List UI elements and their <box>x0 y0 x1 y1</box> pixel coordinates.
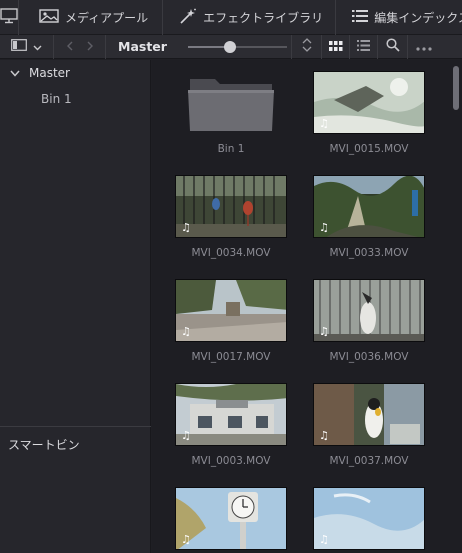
clip-tile[interactable]: ♫ MVI_0033.MOV <box>309 175 429 259</box>
clip-tile[interactable]: ♫ MVI_0003.MOV <box>171 383 291 467</box>
music-note-icon: ♫ <box>181 429 191 442</box>
sort-icon <box>301 38 313 55</box>
music-note-icon: ♫ <box>319 325 329 338</box>
monitor-icon <box>0 7 18 27</box>
tile-label: MVI_0033.MOV <box>329 247 409 259</box>
chevron-down-icon[interactable] <box>10 66 20 80</box>
tile-label: MVI_0034.MOV <box>191 247 271 259</box>
smart-bins-section: スマートビン <box>0 426 151 553</box>
music-note-icon: ♫ <box>181 533 191 546</box>
search-icon <box>385 38 400 55</box>
tile-label: Bin 1 <box>217 143 245 155</box>
panel-layout-dropdown[interactable] <box>0 34 54 59</box>
clip-tile[interactable]: ♫ <box>171 487 291 550</box>
grid-icon <box>328 40 343 54</box>
more-options-button[interactable] <box>408 35 440 59</box>
music-note-icon: ♫ <box>181 221 191 234</box>
bin-folder-tile[interactable]: Bin 1 <box>171 71 291 155</box>
bin-tree-master-label: Master <box>29 66 70 80</box>
folder-icon <box>175 71 287 134</box>
scrollbar-thumb[interactable] <box>453 66 459 110</box>
tile-label: MVI_0017.MOV <box>191 351 271 363</box>
tile-label: MVI_0015.MOV <box>329 143 409 155</box>
list-view-button[interactable] <box>350 34 378 59</box>
clip-thumbnail: ♫ <box>313 279 425 342</box>
edit-index-button[interactable]: 編集インデックス <box>336 0 462 35</box>
slider-track-remaining <box>230 45 287 48</box>
smart-bins-label: スマートビン <box>8 438 80 452</box>
current-bin-title: Master <box>118 39 167 54</box>
edit-index-label: 編集インデックス <box>374 10 462 25</box>
list-icon <box>352 9 369 26</box>
media-pool-header: Master <box>0 34 462 59</box>
music-note-icon: ♫ <box>319 429 329 442</box>
music-note-icon: ♫ <box>319 533 329 546</box>
clip-tile[interactable]: ♫ MVI_0034.MOV <box>171 175 291 259</box>
clip-thumbnail: ♫ <box>175 279 287 342</box>
tile-label: MVI_0003.MOV <box>191 455 271 467</box>
effects-library-button[interactable]: エフェクトライブラリ <box>163 0 337 35</box>
music-note-icon: ♫ <box>319 221 329 234</box>
nav-arrows <box>54 34 106 59</box>
clip-thumbnail: ♫ <box>313 487 425 550</box>
bin-list-panel: Master Bin 1 スマートビン <box>0 60 151 553</box>
music-note-icon: ♫ <box>319 117 329 130</box>
media-pool-button[interactable]: メディアプール <box>19 0 164 35</box>
back-arrow-icon[interactable] <box>66 40 73 54</box>
thumbnail-view-button[interactable] <box>322 34 350 59</box>
clip-thumbnail: ♫ <box>175 383 287 446</box>
clip-thumbnail: ♫ <box>175 175 287 238</box>
list-view-icon <box>357 39 370 54</box>
bin-tree-item[interactable]: Bin 1 <box>0 86 150 112</box>
music-note-icon: ♫ <box>181 325 191 338</box>
clip-thumbnail: ♫ <box>313 71 425 134</box>
media-pool-grid: Bin 1 ♫ MVI_0015.MOV ♫ MVI_0034.MOV ♫ MV… <box>152 60 450 553</box>
sort-button[interactable] <box>292 34 322 59</box>
media-grid-scrollbar[interactable] <box>450 60 462 553</box>
clip-tile[interactable]: ♫ <box>309 487 429 550</box>
media-pool-label: メディアプール <box>65 10 149 25</box>
media-pool-icon <box>39 8 59 27</box>
magic-wand-icon <box>179 8 197 27</box>
slider-knob[interactable] <box>224 40 236 53</box>
clip-thumbnail: ♫ <box>175 487 287 550</box>
monitor-toggle-button[interactable] <box>0 0 19 35</box>
forward-arrow-icon[interactable] <box>87 40 93 54</box>
clip-tile[interactable]: ♫ MVI_0036.MOV <box>309 279 429 363</box>
more-options-icon <box>416 40 432 54</box>
tile-label: MVI_0037.MOV <box>329 455 409 467</box>
panel-layout-icon <box>11 39 27 54</box>
clip-tile[interactable]: ♫ MVI_0017.MOV <box>171 279 291 363</box>
tile-label: MVI_0036.MOV <box>329 351 409 363</box>
search-button[interactable] <box>378 34 408 59</box>
effects-library-label: エフェクトライブラリ <box>203 10 324 25</box>
clip-tile[interactable]: ♫ MVI_0015.MOV <box>309 71 429 155</box>
clip-thumbnail: ♫ <box>313 383 425 446</box>
top-toolbar: メディアプール エフェクトライブラリ 編集インデックス <box>0 0 462 35</box>
thumbnail-zoom-slider[interactable] <box>188 34 292 59</box>
bin-tree-master[interactable]: Master <box>0 60 150 86</box>
chevron-down-icon <box>33 40 42 54</box>
clip-tile[interactable]: ♫ MVI_0037.MOV <box>309 383 429 467</box>
clip-thumbnail: ♫ <box>313 175 425 238</box>
